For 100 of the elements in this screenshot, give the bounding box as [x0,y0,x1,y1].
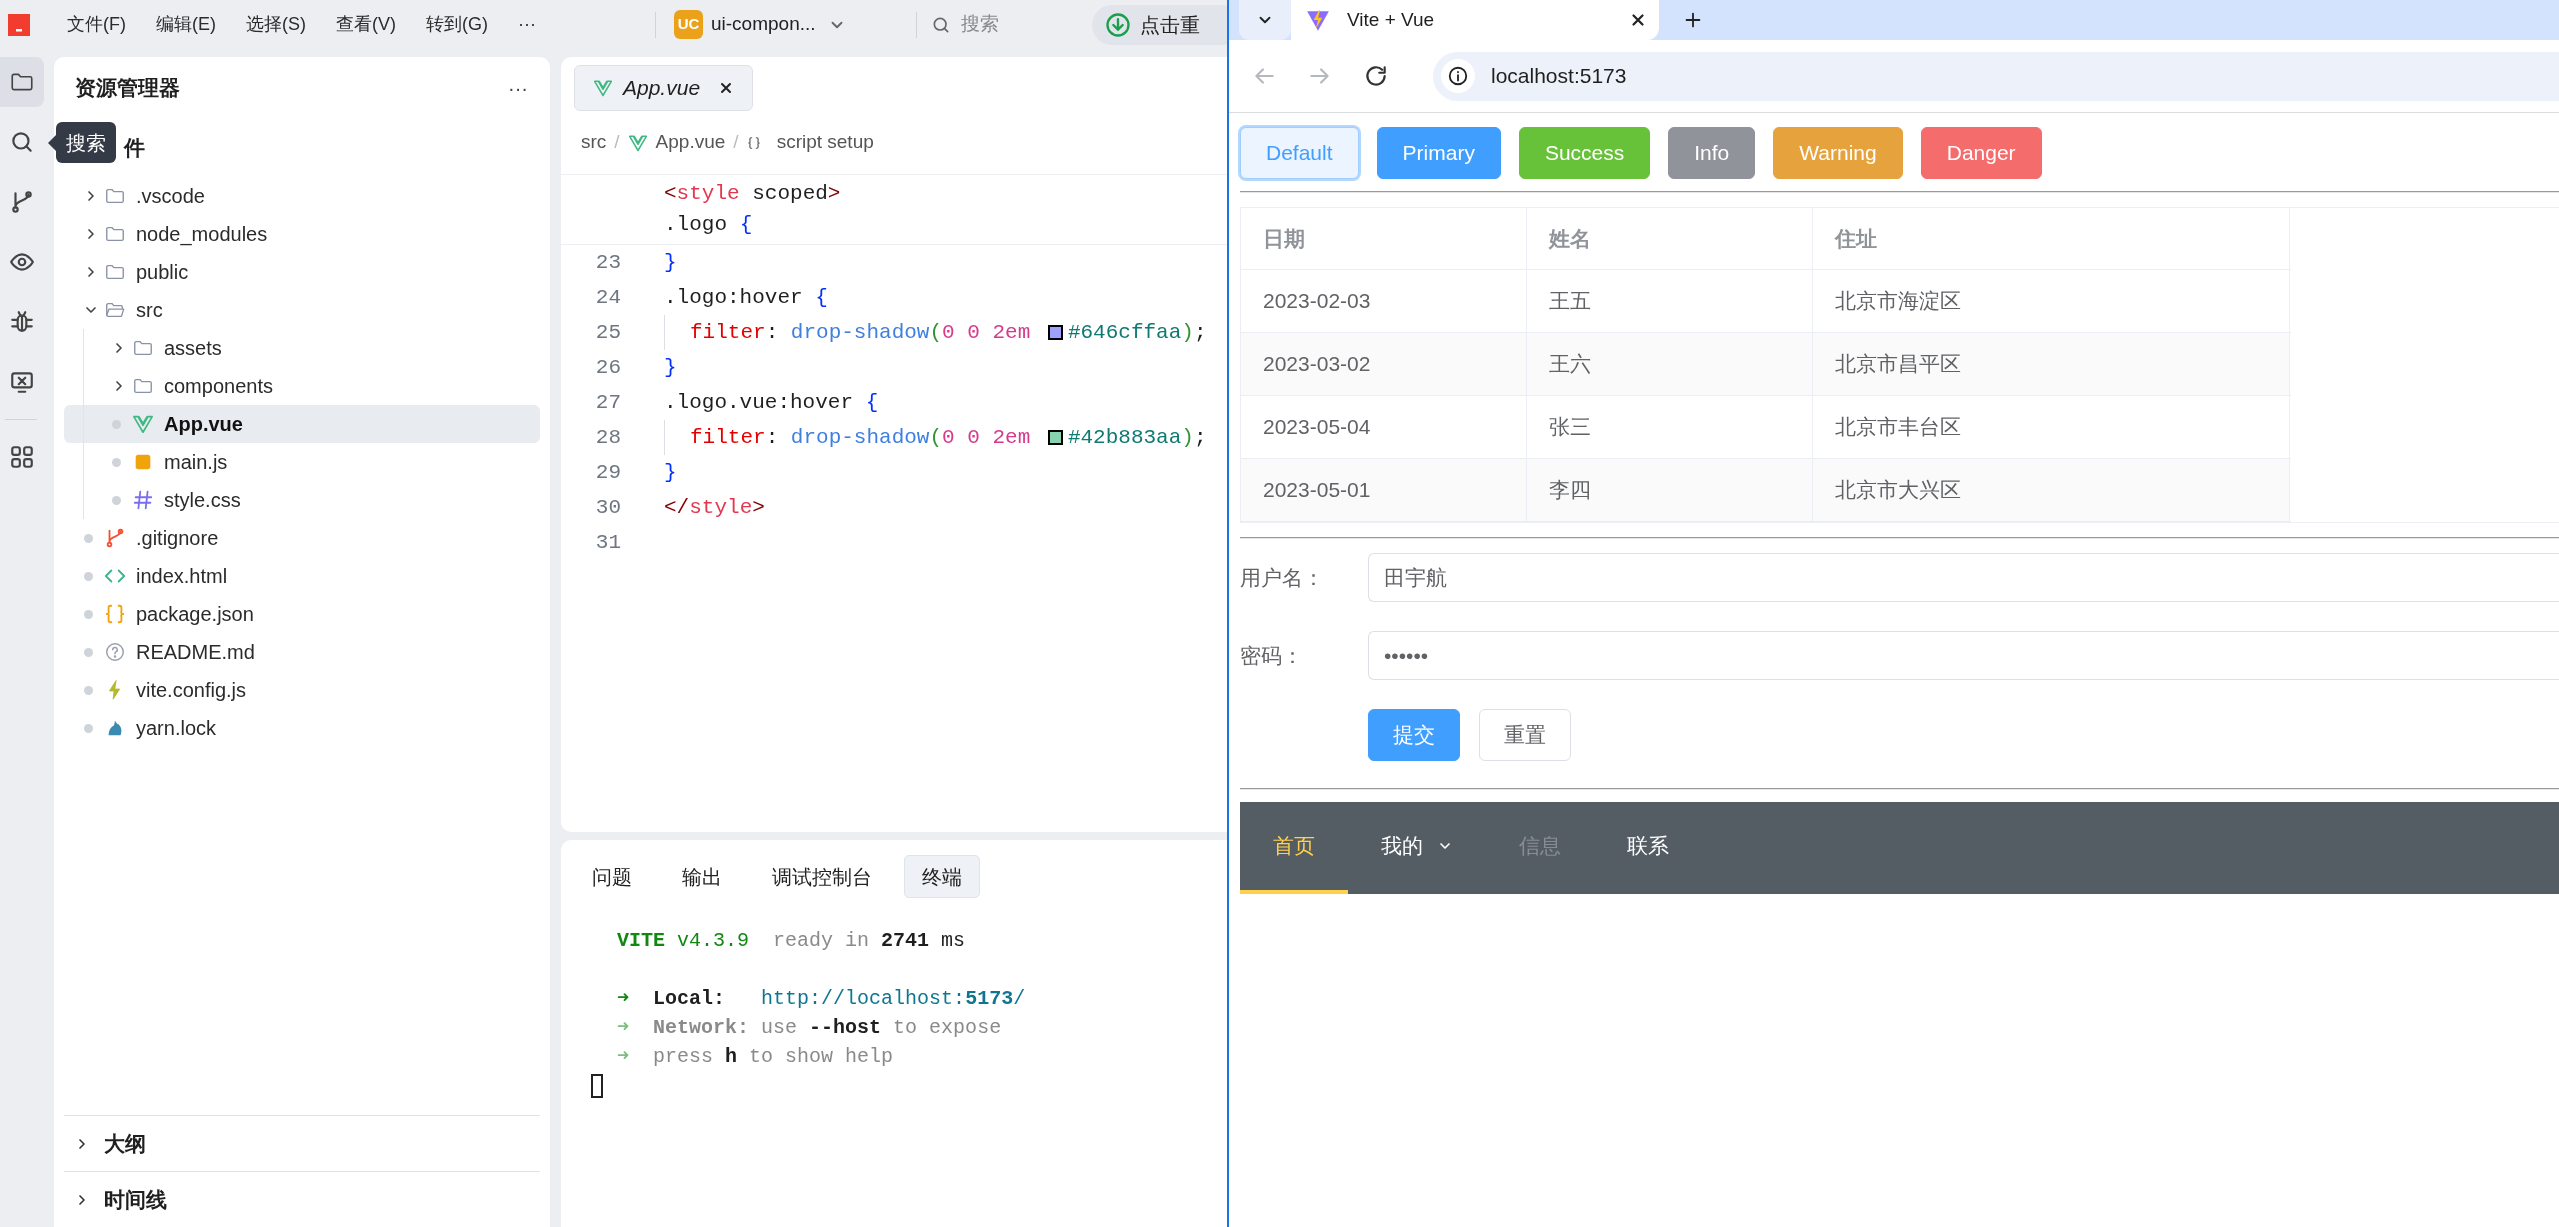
line-number: 25 [594,319,621,346]
panel-tab[interactable]: 终端 [904,855,980,898]
more-button[interactable]: ··· [504,73,532,103]
menu-item[interactable]: 文件(F) [65,7,128,42]
tree-item[interactable]: vite.config.js [64,671,540,709]
code-text: } [664,249,677,276]
editor-tab[interactable]: App.vue [574,65,754,111]
table-cell: 北京市大兴区 [1813,459,2291,522]
code-text: .logo { [664,211,753,238]
table-cell: 2023-05-01 [1241,459,1527,522]
url-text: localhost:5173 [1491,63,1627,90]
panel-tab[interactable]: 输出 [664,855,740,898]
code-text: #42b883aa); [1067,424,1207,451]
code-text: #646cffaa); [1067,319,1207,346]
menu-item[interactable]: ··· [516,7,538,42]
line-number: 30 [594,494,621,521]
terminal-line: ➜ Network: use --host to expose [617,1016,1002,1039]
menu-item[interactable]: 联系 [1594,802,1702,894]
menu-item[interactable]: 我的 [1348,802,1486,894]
breadcrumb-item[interactable]: src [581,128,607,157]
terminal-line: VITE v4.3.9 ready in 2741 ms [617,929,966,952]
tree-item[interactable]: assets [64,329,540,367]
code-text: filter: drop-shadow(0 0 2em [690,319,1032,346]
line-number: 23 [594,249,621,276]
line-number: 29 [594,459,621,486]
menu-item[interactable]: 转到(G) [424,7,490,42]
browser-tab[interactable]: Vite + Vue [1291,0,1659,40]
tree-item[interactable]: .vscode [64,177,540,215]
color-swatch[interactable] [1047,325,1063,340]
search-icon [9,129,35,155]
question-icon [104,641,126,663]
line-number: 28 [594,424,621,451]
table-cell: 李四 [1527,459,1813,522]
download-button[interactable]: 点击重 [1092,4,1227,45]
breadcrumb-item[interactable]: App.vue [655,128,726,157]
menu-item[interactable]: 首页 [1240,802,1348,894]
input-field[interactable]: •••••• [1368,631,2559,680]
grid-icon [9,444,35,470]
braces-icon [104,603,126,625]
project-switcher[interactable]: UC ui-compon... [672,6,880,43]
bug-icon [9,309,35,335]
section-header[interactable]: 大纲 [64,1115,540,1171]
breadcrumb-separator: / [733,130,739,155]
menu-item[interactable]: 查看(V) [334,7,398,42]
tree-item[interactable]: App.vue [64,405,540,443]
field-label: 密码： [1240,642,1304,669]
code-text: .logo.vue:hover { [664,389,879,416]
tooltip: 搜索 [48,122,116,163]
branch-icon [9,189,35,215]
tree-item[interactable]: package.json [64,595,540,633]
close-icon[interactable] [1629,11,1647,29]
input-field[interactable]: 田宇航 [1368,553,2559,602]
monitor-icon [9,369,35,395]
tree-item[interactable]: style.css [64,481,540,519]
code-text: </style> [664,494,765,521]
download-icon [1104,10,1132,39]
tree-item[interactable]: src [64,291,540,329]
activity-button[interactable] [0,57,44,107]
code-text: filter: drop-shadow(0 0 2em [690,424,1032,451]
code-text: .logo:hover { [664,284,828,311]
tree-item[interactable]: node_modules [64,215,540,253]
tree-item[interactable]: .gitignore [64,519,540,557]
line-number: 31 [594,529,621,556]
vue-logo-icon [593,78,613,98]
line-number: 26 [594,354,621,381]
vite-logo-icon [1305,7,1331,33]
color-swatch[interactable] [1047,430,1063,445]
breadcrumb-item[interactable]: script setup [776,128,874,157]
address-bar[interactable]: localhost:5173 [1433,51,2559,101]
reload-icon[interactable] [1363,63,1389,89]
tree-item[interactable]: index.html [64,557,540,595]
menu-item[interactable]: 选择(S) [244,7,308,42]
section-header[interactable]: 时间线 [64,1171,540,1227]
line-number: 24 [594,284,621,311]
branch-icon [104,527,126,549]
terminal-cursor [591,1073,603,1098]
tree-item[interactable]: main.js [64,443,540,481]
field-label: 用户名： [1240,564,1325,591]
section-title: 件 [124,135,145,162]
tree-item[interactable]: components [64,367,540,405]
line-number: 27 [594,389,621,416]
form-button[interactable]: 重置 [1479,709,1571,761]
vue-logo-icon [132,413,154,435]
breadcrumb-separator: / [614,130,620,155]
app-logo-icon [8,13,30,36]
code-text: } [664,354,677,381]
code-text: } [664,459,677,486]
tree-item[interactable]: public [64,253,540,291]
terminal-line: ➜ press h to show help [617,1045,894,1068]
info-icon[interactable] [1447,65,1469,87]
tree-item[interactable]: yarn.lock [64,709,540,747]
code-text: <style scoped> [664,180,841,207]
panel-tab[interactable]: 问题 [574,855,650,898]
hash-icon [132,489,154,511]
braces-icon [746,135,761,150]
panel-title: 资源管理器 [75,75,180,102]
menu-item[interactable]: 编辑(E) [154,7,218,42]
panel-tab[interactable]: 调试控制台 [754,855,890,898]
tree-item[interactable]: README.md [64,633,540,671]
search-field[interactable]: 搜索 [961,10,1071,39]
